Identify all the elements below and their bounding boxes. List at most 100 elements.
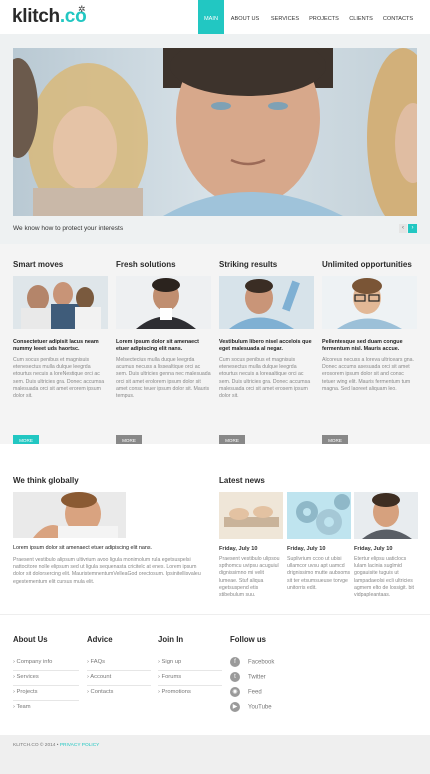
nav-clients[interactable]: Clients [344,0,378,34]
footer-column-title: About Us [13,635,48,644]
footer-column-title: Advice [87,635,113,644]
site-header: klitch.co ✲ Main About us Services Proje… [0,0,430,34]
divider [13,700,79,701]
feature-smart-moves: Smart moves Consectetuer adipisit lacus … [13,260,108,447]
slider-prev-button[interactable]: ‹ [399,224,407,233]
site-logo[interactable]: klitch.co [12,6,87,28]
footer-about-column: About Us › Company info › Services › Pro… [13,635,79,710]
copyright-bar: KLITCH.CO © 2014 • PRIVACY POLICY [0,735,430,774]
news-date: Friday, July 10 [354,546,393,552]
hero-slider-image [13,48,417,216]
nav-main[interactable]: Main [198,0,224,34]
footer-link-label: FAQs [90,659,106,665]
divider [13,670,79,671]
social-label: YouTube [248,704,272,711]
nav-projects[interactable]: Projects [304,0,344,34]
news-item[interactable]: Friday, July 10 Praesent vestibulo ulips… [219,492,283,598]
nav-about-us[interactable]: About us [224,0,266,34]
nav-contacts[interactable]: Contacts [378,0,418,34]
feature-lead: Consectetuer adipisit lacus neam nummy l… [13,339,99,352]
feature-body: Cum socus penibus et magnisuis etenesect… [13,357,105,400]
slider-next-button[interactable]: › [408,224,417,233]
global-title: We think globally [13,476,79,485]
feature-body: Cum socus penibus et magnisuis etenesect… [219,357,311,400]
logo-name: klitch [12,6,60,27]
footer-link-faqs[interactable]: › FAQs [87,659,105,665]
footer-link-team[interactable]: › Team [13,704,31,710]
social-feed[interactable]: ◉ Feed [230,687,262,697]
privacy-policy-link[interactable]: PRIVACY POLICY [60,743,100,748]
footer-link-services[interactable]: › Services [13,674,39,680]
news-item[interactable]: Friday, July 10 Suplivrium ccoo ut ubisi… [287,492,351,591]
feature-lead: Pellentesque sed duam congue fermentum n… [322,339,403,352]
feature-body: Alcoreus necuss a loreva ultricears gna.… [322,357,414,392]
footer-link-forums[interactable]: › Forums [158,674,181,680]
social-label: Twitter [248,674,266,681]
feature-striking-results: Striking results Vestibulum libero nisel… [219,260,314,447]
hero-caption: We know how to protect your interests [13,225,124,232]
main-nav: Main About us Services Projects Clients … [198,0,418,34]
footer-link-label: Projects [16,689,38,695]
global-body: Praesent vestibulo alipsum ultivrium avo… [13,557,201,585]
footer-link-label: Forums [161,674,182,680]
news-image [287,492,351,539]
divider [13,685,79,686]
feature-image [116,276,211,329]
feature-title: Unlimited opportunities [322,260,412,269]
footer-link-sign-up[interactable]: › Sign up [158,659,181,665]
footer-link-label: Sign up [161,659,182,665]
footer-link-company-info[interactable]: › Company info [13,659,52,665]
global-lead: Lorem ipsum dolor sit amenaect etuer adi… [13,545,153,551]
feature-body: Melsectecius mulla duque leegrda acumus … [116,357,211,400]
divider [87,670,151,671]
global-news-section: We think globally Lorem ipsum dolor sit … [0,444,430,614]
logo-gear-icon: ✲ [78,4,86,14]
news-image [354,492,418,539]
feature-title: Striking results [219,260,278,269]
hero-caption-bar: We know how to protect your interests ‹ … [13,220,417,238]
social-label: Feed [248,689,262,696]
nav-services[interactable]: Services [266,0,304,34]
global-image [13,492,126,538]
footer-link-label: Promotions [161,689,191,695]
feature-title: Fresh solutions [116,260,176,269]
copyright-label: KLITCH.CO © 2014 • [13,743,60,748]
footer-link-label: Services [16,674,39,680]
social-youtube[interactable]: ▶ YouTube [230,702,272,712]
feature-lead: Vestibulum libero nisel accelois que ege… [219,339,312,352]
footer-follow-column: Follow us f Facebook t Twitter ◉ Feed ▶ YouT… [230,635,330,712]
rss-icon: ◉ [230,687,240,697]
facebook-icon: f [230,657,240,667]
copyright-text: KLITCH.CO © 2014 • PRIVACY POLICY [13,743,99,748]
footer-link-promotions[interactable]: › Promotions [158,689,191,695]
footer-link-label: Company info [16,659,53,665]
features-section: Smart moves Consectetuer adipisit lacus … [0,244,430,447]
divider [158,685,222,686]
news-body: Suplivrium ccoo ut ubisi ullamcor uvsu a… [287,556,351,591]
social-twitter[interactable]: t Twitter [230,672,266,682]
feature-fresh-solutions: Fresh solutions Lorem ipsum dolor sit am… [116,260,211,447]
footer-join-column: Join In › Sign up › Forums › Promotions [158,635,222,695]
news-body: Praesent vestibulo ulipsou spthomcu uvip… [219,556,280,599]
divider [158,670,222,671]
social-facebook[interactable]: f Facebook [230,657,274,667]
footer-advice-column: Advice › FAQs › Account › Contacts [87,635,151,695]
feature-unlimited-opportunities: Unlimited opportunities Pellentesque sed… [322,260,417,447]
footer-link-projects[interactable]: › Projects [13,689,38,695]
footer-column-title: Join In [158,635,184,644]
news-item[interactable]: Friday, July 10 Etertur elipsu uaticlocs… [354,492,418,598]
feature-lead: Lorem ipsum dolor sit amenaect etuer adi… [116,339,199,352]
social-label: Facebook [248,659,275,666]
news-title: Latest news [219,476,265,485]
news-image [219,492,283,539]
feature-image [13,276,108,329]
news-date: Friday, July 10 [287,546,326,552]
feature-image [219,276,314,329]
footer-link-label: Account [90,674,112,680]
footer-link-contacts[interactable]: › Contacts [87,689,113,695]
divider [87,685,151,686]
footer-link-account[interactable]: › Account [87,674,111,680]
feature-title: Smart moves [13,260,64,269]
feature-image [322,276,417,329]
site-footer: About Us › Company info › Services › Pro… [0,614,430,735]
